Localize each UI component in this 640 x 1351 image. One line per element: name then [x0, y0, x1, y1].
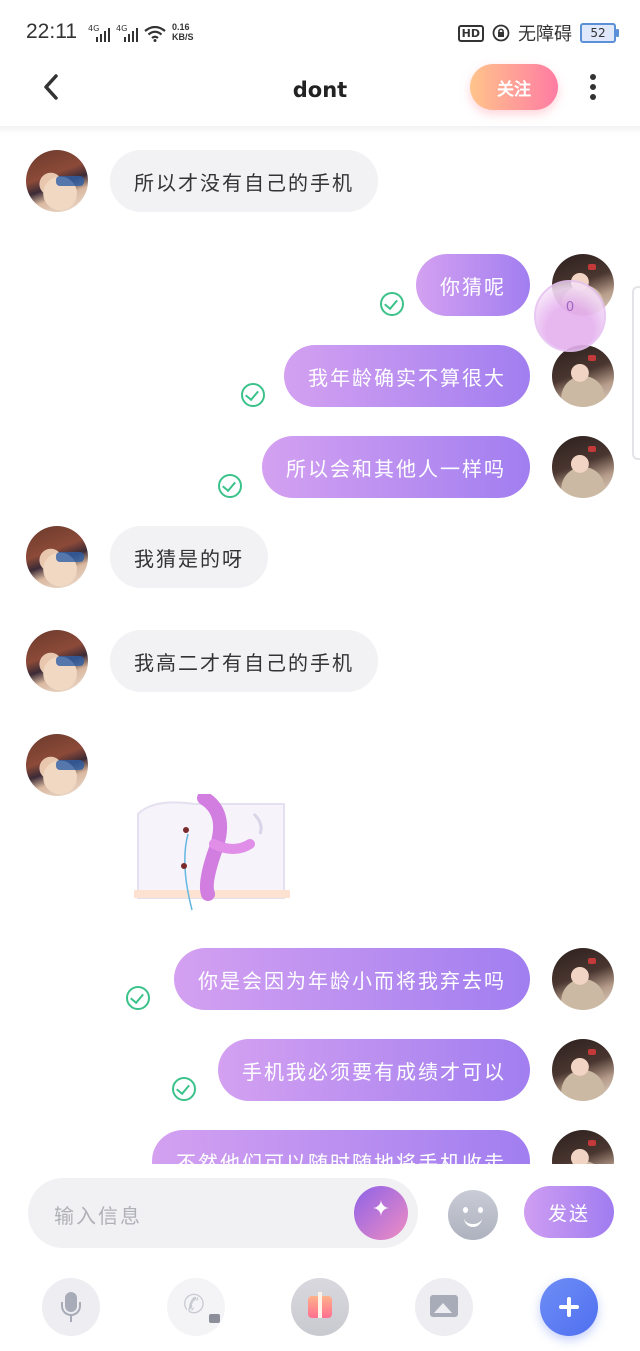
- battery-icon: 52: [580, 23, 619, 43]
- call-icon[interactable]: [167, 1278, 225, 1336]
- message-input[interactable]: 输入信息: [28, 1178, 418, 1248]
- lock-icon: [209, 1314, 220, 1323]
- message-bubble-sent[interactable]: 你是会因为年龄小而将我弃去吗: [174, 948, 530, 1010]
- read-check-icon: [218, 474, 242, 498]
- network-speed: 0.16 KB/S: [172, 22, 194, 42]
- composer: 输入信息 发送: [0, 1164, 640, 1351]
- contact-avatar[interactable]: [26, 150, 88, 212]
- my-avatar[interactable]: [552, 1039, 614, 1101]
- message-bubble-sent[interactable]: 我年龄确实不算很大: [284, 345, 530, 407]
- side-drawer-handle[interactable]: [632, 286, 640, 460]
- my-avatar[interactable]: [552, 345, 614, 407]
- plus-icon[interactable]: [540, 1278, 598, 1336]
- voice-icon[interactable]: [42, 1278, 100, 1336]
- read-check-icon: [241, 383, 265, 407]
- contact-avatar[interactable]: [26, 526, 88, 588]
- signal-icon: 4G: [116, 24, 138, 42]
- status-right: HD 无障碍 52: [457, 20, 619, 46]
- header-divider: [0, 126, 640, 134]
- sticker-image[interactable]: [134, 794, 290, 912]
- my-avatar[interactable]: [552, 948, 614, 1010]
- follow-button[interactable]: 关注: [470, 64, 558, 110]
- chat-header: dont 关注: [0, 62, 640, 126]
- contact-avatar[interactable]: [26, 630, 88, 692]
- rotation-lock-icon: [492, 24, 510, 42]
- accessibility-label: 无障碍: [518, 24, 572, 45]
- message-bubble-received[interactable]: 所以才没有自己的手机: [110, 150, 378, 212]
- magic-wand-icon[interactable]: [354, 1186, 408, 1240]
- more-options-icon[interactable]: [588, 74, 598, 102]
- floating-pet-widget[interactable]: 0: [534, 280, 606, 352]
- message-list[interactable]: 所以才没有自己的手机 你猜呢 我年龄确实不算很大 所以会和其他人一样吗 我猜是的…: [0, 134, 640, 1164]
- status-time: 22:11: [26, 20, 77, 43]
- send-button[interactable]: 发送: [524, 1186, 614, 1238]
- read-check-icon: [380, 292, 404, 316]
- read-check-icon: [126, 986, 150, 1010]
- input-placeholder: 输入信息: [54, 1204, 142, 1228]
- message-bubble-received[interactable]: 我猜是的呀: [110, 526, 268, 588]
- emoji-icon[interactable]: [448, 1190, 498, 1240]
- signal-icon: 4G: [88, 24, 110, 42]
- wifi-icon: [144, 26, 166, 42]
- hd-icon: HD: [457, 24, 484, 42]
- status-bar: 22:11 4G 4G 0.16 KB/S HD 无障碍 52: [0, 0, 640, 62]
- message-bubble-sent[interactable]: 不然他们可以随时随地将手机收走: [152, 1130, 530, 1164]
- message-bubble-sent[interactable]: 你猜呢: [416, 254, 530, 316]
- network-indicators: 4G 4G 0.16 KB/S: [88, 22, 194, 42]
- gift-icon[interactable]: [291, 1278, 349, 1336]
- image-icon[interactable]: [415, 1278, 473, 1336]
- read-check-icon: [172, 1077, 196, 1101]
- message-bubble-sent[interactable]: 手机我必须要有成绩才可以: [218, 1039, 530, 1101]
- my-avatar[interactable]: [552, 436, 614, 498]
- message-bubble-sent[interactable]: 所以会和其他人一样吗: [262, 436, 530, 498]
- my-avatar[interactable]: [552, 1130, 614, 1164]
- contact-avatar[interactable]: [26, 734, 88, 796]
- message-bubble-received[interactable]: 我高二才有自己的手机: [110, 630, 378, 692]
